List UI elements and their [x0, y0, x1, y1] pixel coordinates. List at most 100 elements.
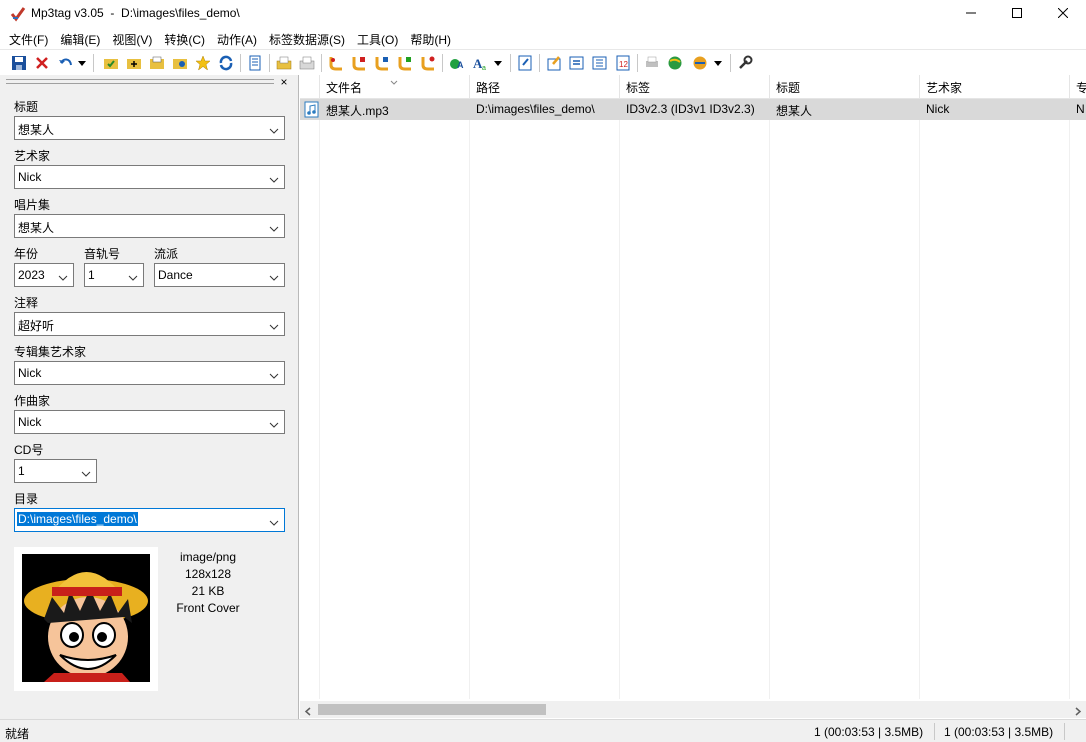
- tag-sources-dropdown[interactable]: [712, 53, 724, 73]
- export-button[interactable]: [544, 53, 564, 73]
- text-tag-button[interactable]: [372, 53, 392, 73]
- sequence-button[interactable]: 12: [613, 53, 633, 73]
- numbering-2-button[interactable]: [590, 53, 610, 73]
- tag-tag-button[interactable]: [395, 53, 415, 73]
- minimize-icon: [966, 7, 976, 21]
- open-folder-2-button[interactable]: [170, 53, 190, 73]
- genre-field[interactable]: Dance: [154, 263, 285, 287]
- open-folder-button[interactable]: [147, 53, 167, 73]
- change-directory-icon: [103, 55, 119, 71]
- menu-tools[interactable]: 工具(O): [351, 28, 404, 48]
- save-icon: [11, 55, 27, 71]
- add-directory-button[interactable]: [124, 53, 144, 73]
- track-label: 音轨号: [84, 247, 121, 261]
- undo-dropdown[interactable]: [76, 53, 88, 73]
- disc-field[interactable]: 1: [14, 459, 97, 483]
- status-selected: 1 (00:03:53 | 3.5MB): [814, 725, 924, 739]
- chevron-down-icon: [269, 173, 279, 183]
- action-icon: A: [449, 55, 465, 71]
- globe-icon: [667, 55, 683, 71]
- cover-art-image[interactable]: [14, 547, 158, 691]
- close-icon: ×: [280, 75, 288, 89]
- status-bar: 就绪 1 (00:03:53 | 3.5MB) 1 (00:03:53 | 3.…: [0, 719, 1086, 742]
- artist-value: Nick: [18, 170, 42, 184]
- minimize-button[interactable]: [948, 0, 994, 28]
- panel-close-button[interactable]: ×: [277, 75, 291, 89]
- remove-tag-button[interactable]: [32, 53, 52, 73]
- album-value: 想某人: [18, 221, 55, 235]
- cover-type: Front Cover: [176, 601, 240, 615]
- col-title-header[interactable]: 标题: [770, 75, 920, 99]
- folder-icon: [172, 55, 188, 71]
- artist-field[interactable]: Nick: [14, 165, 285, 189]
- album-field[interactable]: 想某人: [14, 214, 285, 238]
- print-button[interactable]: [642, 53, 662, 73]
- menu-actions[interactable]: 动作(A): [211, 28, 263, 48]
- scroll-right-icon[interactable]: [1074, 705, 1082, 719]
- edit-playlist-button[interactable]: [515, 53, 535, 73]
- album-artist-field[interactable]: Nick: [14, 361, 285, 385]
- menu-convert[interactable]: 转换(C): [158, 28, 211, 48]
- undo-button[interactable]: [56, 53, 76, 73]
- paste-tag-button[interactable]: [297, 53, 317, 73]
- menu-edit[interactable]: 编辑(E): [54, 28, 106, 48]
- options-button[interactable]: [735, 53, 755, 73]
- close-button[interactable]: [1040, 0, 1086, 28]
- composer-field[interactable]: Nick: [14, 410, 285, 434]
- artist-label: 艺术家: [14, 149, 51, 163]
- change-directory-button[interactable]: [101, 53, 121, 73]
- col-filename-header[interactable]: 文件名: [320, 75, 470, 99]
- title-field[interactable]: 想某人: [14, 116, 285, 140]
- window-title: Mp3tag v3.05 - D:\images\files_demo\: [31, 6, 240, 20]
- chevron-down-icon: [128, 271, 138, 281]
- scroll-left-icon[interactable]: [304, 705, 312, 719]
- year-field[interactable]: 2023: [14, 263, 74, 287]
- close-icon: [1057, 7, 1069, 21]
- title-value: 想某人: [18, 123, 55, 137]
- dropdown-icon: [714, 60, 722, 66]
- refresh-icon: [218, 55, 234, 71]
- format-dropdown[interactable]: [492, 53, 504, 73]
- web-source-button[interactable]: [665, 53, 685, 73]
- filename-filename-button[interactable]: [418, 53, 438, 73]
- extended-tags-button[interactable]: [245, 53, 265, 73]
- chevron-down-icon: [269, 271, 279, 281]
- copy-tag-button[interactable]: [274, 53, 294, 73]
- dropdown-icon: [494, 60, 502, 66]
- scrollbar-thumb[interactable]: [318, 704, 546, 715]
- table-row[interactable]: 想某人.mp3 D:\images\files_demo\ ID3v2.3 (I…: [300, 99, 1086, 120]
- col-artist-header[interactable]: 艺术家: [920, 75, 1070, 99]
- menu-tag-sources[interactable]: 标签数据源(S): [263, 28, 351, 48]
- copy-tag-icon: [276, 55, 292, 71]
- comment-field[interactable]: 超好听: [14, 312, 285, 336]
- comment-value: 超好听: [18, 319, 55, 333]
- refresh-button[interactable]: [216, 53, 236, 73]
- status-text: 就绪: [5, 727, 30, 741]
- menu-view[interactable]: 视图(V): [106, 28, 158, 48]
- album-artist-value: Nick: [18, 366, 42, 380]
- menu-help[interactable]: 帮助(H): [404, 28, 457, 48]
- panel-grip[interactable]: [6, 79, 274, 84]
- col-album-header[interactable]: 专: [1070, 75, 1086, 99]
- directory-field[interactable]: D:\images\files_demo\: [14, 508, 285, 532]
- horizontal-scrollbar[interactable]: [300, 701, 1086, 718]
- col-path-header[interactable]: 路径: [470, 75, 620, 99]
- favorites-button[interactable]: [193, 53, 213, 73]
- maximize-button[interactable]: [994, 0, 1040, 28]
- chevron-down-icon: [58, 271, 68, 281]
- mp3tag-app-icon: [10, 6, 26, 22]
- track-field[interactable]: 1: [84, 263, 144, 287]
- format-text-button[interactable]: Aa: [470, 53, 490, 73]
- cover-info: image/png 128x128 21 KB Front Cover: [160, 549, 256, 617]
- menu-file[interactable]: 文件(F): [3, 28, 54, 48]
- tag-sources-button[interactable]: [690, 53, 710, 73]
- save-button[interactable]: [9, 53, 29, 73]
- toolbar: A Aa 12: [0, 49, 1086, 75]
- status-total: 1 (00:03:53 | 3.5MB): [944, 725, 1054, 739]
- tag-filename-button[interactable]: [326, 53, 346, 73]
- filename-tag-button[interactable]: [349, 53, 369, 73]
- actions-button[interactable]: A: [447, 53, 467, 73]
- numbering-button[interactable]: [567, 53, 587, 73]
- cover-dimensions: 128x128: [184, 567, 232, 581]
- col-tag-header[interactable]: 标签: [620, 75, 770, 99]
